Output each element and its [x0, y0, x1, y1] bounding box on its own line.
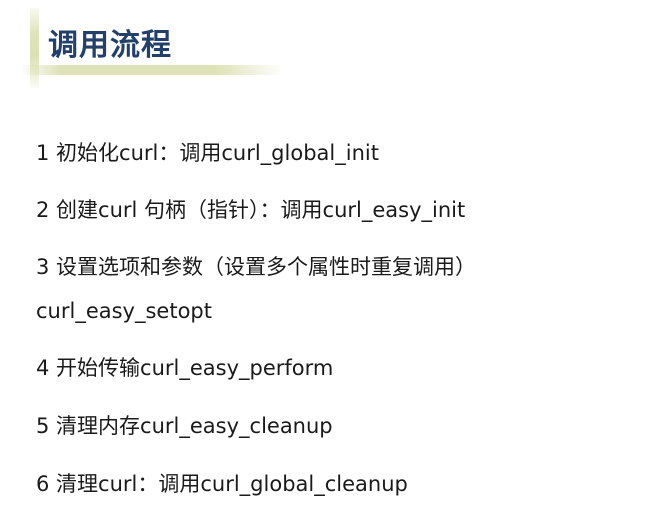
title-accent-bar: [30, 8, 39, 88]
title-underline-bar: [22, 65, 280, 75]
step-item-6: 6 清理curl：调用curl_global_cleanup: [36, 472, 408, 496]
page-title: 调用流程: [48, 28, 172, 63]
step-item-3-continuation: curl_easy_setopt: [36, 299, 212, 323]
slide-header: 调用流程: [22, 8, 280, 88]
step-item-4: 4 开始传输curl_easy_perform: [36, 356, 334, 380]
step-item-1: 1 初始化curl：调用curl_global_init: [36, 141, 379, 165]
step-item-5: 5 清理内存curl_easy_cleanup: [36, 414, 333, 438]
step-item-3: 3 设置选项和参数（设置多个属性时重复调用）: [36, 255, 477, 279]
step-item-2: 2 创建curl 句柄（指针）：调用curl_easy_init: [36, 198, 466, 222]
